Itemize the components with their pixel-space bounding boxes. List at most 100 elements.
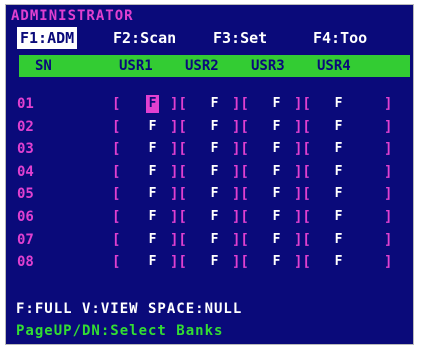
bracket: ][	[232, 141, 249, 158]
legend-keys: F:FULL V:VIEW SPACE:NULL	[16, 301, 243, 317]
row-sn: 07	[17, 231, 34, 248]
permission-cell-usr1[interactable]: F	[146, 253, 159, 271]
bracket: ][	[232, 96, 249, 112]
permission-cell-usr4[interactable]: F	[332, 208, 345, 226]
permission-cell-usr2[interactable]: F	[208, 231, 221, 249]
bracket: [	[112, 141, 121, 158]
bracket: ][	[232, 209, 249, 225]
bracket: [	[112, 163, 121, 180]
menu-bar: F1:ADM F2:Scan F3:Set F4:Too	[6, 27, 413, 49]
permission-cell-usr3[interactable]: F	[270, 208, 283, 226]
bracket: ][	[232, 186, 249, 203]
bracket: [	[112, 231, 121, 248]
table-row: 04 [ ][ ][ ][] F F F F	[6, 161, 413, 183]
bracket: ][	[294, 163, 311, 180]
permission-cell-usr3[interactable]: F	[270, 231, 283, 249]
row-sn: 01	[17, 96, 34, 112]
table-row: 03 [ ][ ][ ][] F F F F	[6, 138, 413, 160]
menu-f2-scan[interactable]: F2:Scan	[113, 27, 176, 49]
permission-cell-usr2[interactable]: F	[208, 253, 221, 271]
bracket: ]	[384, 254, 393, 271]
row-sn: 05	[17, 186, 34, 203]
bracket: ][	[170, 186, 187, 203]
bracket: ]	[384, 96, 393, 112]
legend-paging: PageUP/DN:Select Banks	[16, 323, 224, 339]
table-row: 08 [][][][] F F F F	[6, 251, 413, 273]
permission-cell-usr4[interactable]: F	[332, 253, 345, 271]
bracket: ][	[170, 209, 187, 225]
row-sn: 06	[17, 209, 34, 225]
table-row: 01 [ ][ ][ ][] F F F F	[6, 93, 413, 115]
bracket: ][	[170, 118, 187, 135]
permission-cell-usr4[interactable]: F	[332, 140, 345, 158]
bracket: ][	[294, 141, 311, 158]
bracket: ][	[232, 118, 249, 135]
table-row: 06 [][][][] F F F F	[6, 206, 413, 228]
bracket: [	[112, 118, 121, 135]
permission-cell-usr4[interactable]: F	[332, 163, 345, 181]
header-usr2: USR2	[185, 58, 219, 74]
bracket: ][	[170, 141, 187, 158]
table-row: 05 [ ][ ][ ][] F F F F	[6, 183, 413, 205]
bracket: ][	[294, 96, 311, 112]
permission-cell-usr3[interactable]: F	[270, 163, 283, 181]
permission-cell-usr2[interactable]: F	[208, 163, 221, 181]
bracket: ][	[294, 231, 311, 248]
menu-f1-adm[interactable]: F1:ADM	[17, 27, 78, 49]
bracket: ][	[294, 209, 311, 225]
bracket: ]	[384, 231, 393, 248]
permission-cell-usr3[interactable]: F	[270, 118, 283, 136]
row-sn: 08	[17, 254, 34, 271]
permission-cell-usr2[interactable]: F	[208, 118, 221, 136]
permission-cell-usr1[interactable]: F	[146, 95, 159, 113]
bracket: [	[112, 186, 121, 203]
permission-cell-usr4[interactable]: F	[332, 118, 345, 136]
osd-window: ADMINISTRATOR F1:ADM F2:Scan F3:Set F4:T…	[5, 4, 414, 345]
row-sn: 04	[17, 163, 34, 180]
header-usr3: USR3	[251, 58, 285, 74]
table-header: SN USR1 USR2 USR3 USR4	[19, 55, 410, 77]
bracket: ][	[170, 163, 187, 180]
permission-cell-usr3[interactable]: F	[270, 185, 283, 203]
permission-cell-usr2[interactable]: F	[208, 208, 221, 226]
bracket: [	[112, 96, 121, 112]
permission-cell-usr4[interactable]: F	[332, 231, 345, 249]
bracket: ][	[170, 254, 187, 271]
bracket: ][	[170, 231, 187, 248]
table-row: 02 [ ][ ][ ][] F F F F	[6, 116, 413, 138]
bracket: ][	[232, 163, 249, 180]
permission-cell-usr3[interactable]: F	[270, 95, 283, 113]
permission-cell-usr3[interactable]: F	[270, 253, 283, 271]
permission-cell-usr1[interactable]: F	[146, 163, 159, 181]
permission-cell-usr3[interactable]: F	[270, 140, 283, 158]
bracket: ][	[294, 118, 311, 135]
bracket: [	[112, 254, 121, 271]
permission-cell-usr1[interactable]: F	[146, 185, 159, 203]
bracket: ][	[170, 96, 187, 112]
row-sn: 02	[17, 118, 34, 135]
permission-cell-usr4[interactable]: F	[332, 185, 345, 203]
row-sn: 03	[17, 141, 34, 158]
table-row: 07 [ ][ ][ ][] F F F F	[6, 229, 413, 251]
bracket: ]	[384, 118, 393, 135]
bracket: ]	[384, 141, 393, 158]
bracket: ]	[384, 186, 393, 203]
header-usr1: USR1	[119, 58, 153, 74]
menu-f3-set[interactable]: F3:Set	[213, 27, 267, 49]
window-title: ADMINISTRATOR	[11, 8, 134, 24]
bracket: ]	[384, 209, 393, 225]
bracket: ][	[232, 231, 249, 248]
permission-cell-usr4[interactable]: F	[332, 95, 345, 113]
permission-cell-usr1[interactable]: F	[146, 208, 159, 226]
bracket: ][	[294, 254, 311, 271]
bracket: ]	[384, 163, 393, 180]
permission-cell-usr2[interactable]: F	[208, 185, 221, 203]
permission-cell-usr2[interactable]: F	[208, 140, 221, 158]
permission-cell-usr1[interactable]: F	[146, 140, 159, 158]
permission-cell-usr1[interactable]: F	[146, 118, 159, 136]
menu-f4-tools[interactable]: F4:Too	[313, 27, 367, 49]
header-usr4: USR4	[317, 58, 351, 74]
permission-cell-usr2[interactable]: F	[208, 95, 221, 113]
bracket: ][	[294, 186, 311, 203]
permission-cell-usr1[interactable]: F	[146, 231, 159, 249]
